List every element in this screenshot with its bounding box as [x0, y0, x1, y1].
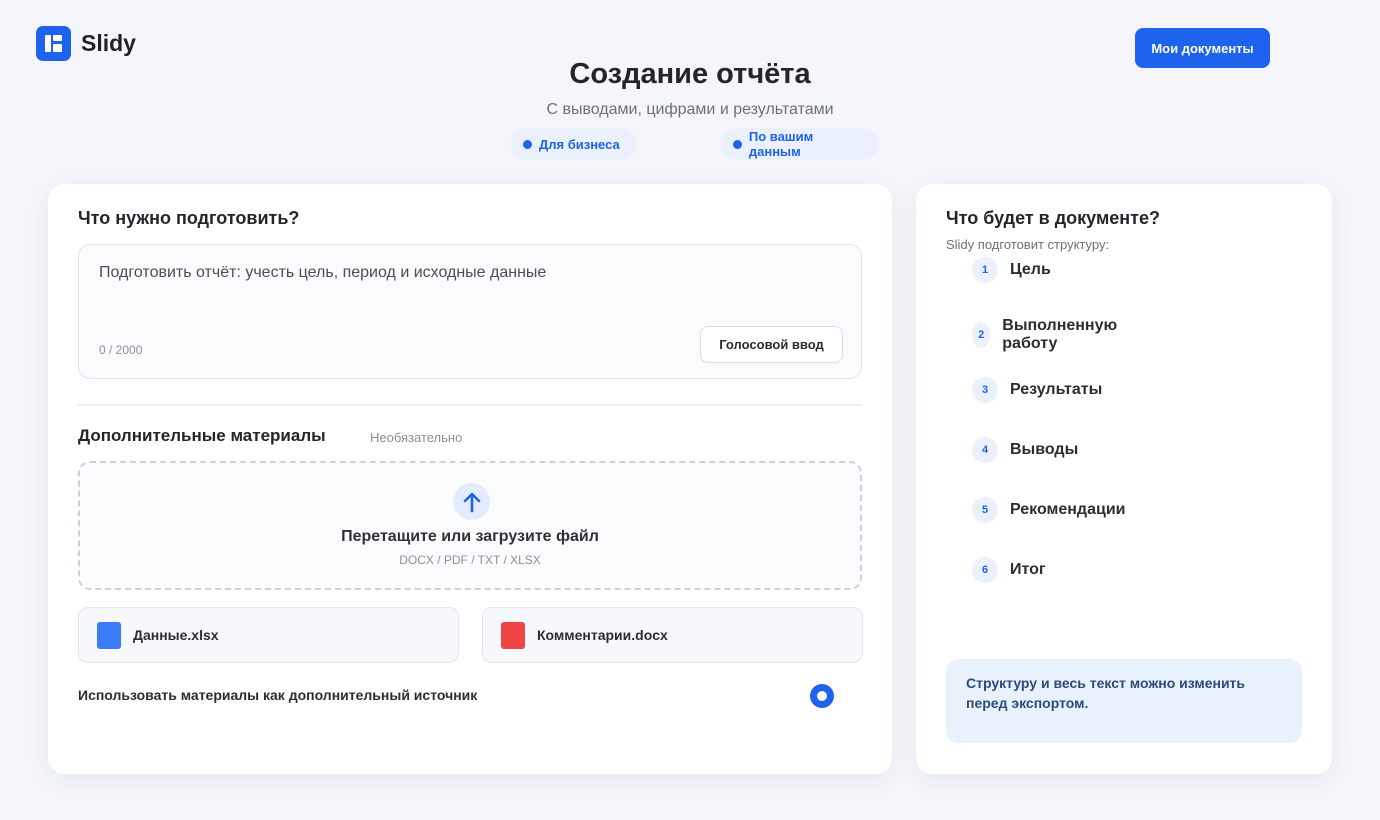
- brand-logo[interactable]: Slidy: [36, 26, 136, 61]
- use-materials-label: Использовать материалы как дополнительны…: [78, 687, 478, 703]
- step-label: Выводы: [1010, 441, 1079, 458]
- step-number: 1: [972, 257, 998, 283]
- page-subtitle: С выводами, цифрами и результатами: [546, 101, 834, 118]
- step-label: Выполненную работу: [1002, 317, 1118, 352]
- structure-step: 5 Рекомендации: [972, 497, 1126, 523]
- spreadsheet-file-icon: [97, 621, 121, 649]
- chip-label: Для бизнеса: [539, 136, 620, 152]
- materials-title: Дополнительные материалы: [78, 426, 326, 445]
- step-number: 5: [972, 497, 998, 523]
- prompt-title: Что нужно подготовить?: [78, 208, 300, 228]
- structure-subtitle: Slidy подготовит структуру:: [946, 237, 1110, 252]
- file-name: Данные.xlsx: [133, 627, 219, 643]
- step-number: 4: [972, 437, 998, 463]
- dot-icon: [523, 139, 532, 149]
- step-label: Результаты: [1010, 381, 1103, 398]
- request-card: Что нужно подготовить? Подготовить отчёт…: [48, 184, 892, 774]
- brand-name: Slidy: [81, 30, 136, 56]
- prompt-textarea[interactable]: Подготовить отчёт: учесть цель, период и…: [78, 244, 862, 379]
- prompt-text: Подготовить отчёт: учесть цель, период и…: [99, 264, 547, 281]
- edit-note: Структуру и весь текст можно изменить пе…: [946, 659, 1302, 743]
- step-label: Итог: [1010, 561, 1046, 578]
- step-number: 6: [972, 557, 998, 583]
- drop-title: Перетащите или загрузите файл: [341, 528, 599, 545]
- attached-file[interactable]: Комментарии.docx: [482, 607, 863, 663]
- attached-file[interactable]: Данные.xlsx: [78, 607, 459, 663]
- page-title: Создание отчёта: [569, 58, 811, 90]
- optional-label: Необязательно: [370, 430, 463, 445]
- voice-input-button[interactable]: Голосовой ввод: [700, 326, 843, 363]
- document-file-icon: [501, 621, 525, 649]
- char-counter: 0 / 2000: [99, 343, 143, 357]
- step-label: Рекомендации: [1010, 501, 1126, 518]
- structure-step: 3 Результаты: [972, 377, 1102, 403]
- divider: [78, 404, 862, 406]
- structure-title: Что будет в документе?: [946, 208, 1160, 228]
- step-number: 3: [972, 377, 998, 403]
- structure-step: 6 Итог: [972, 557, 1046, 583]
- file-dropzone[interactable]: Перетащите или загрузите файл DOCX / PDF…: [78, 461, 862, 590]
- structure-step: 4 Выводы: [972, 437, 1078, 463]
- step-label: Цель: [1010, 261, 1051, 278]
- structure-step: 1 Цель: [972, 257, 1051, 283]
- structure-card: Что будет в документе? Slidy подготовит …: [916, 184, 1332, 774]
- file-name: Комментарии.docx: [537, 627, 668, 643]
- step-number: 2: [972, 322, 991, 348]
- use-materials-radio[interactable]: [810, 684, 834, 708]
- slidy-logo-icon: [36, 26, 71, 61]
- structure-step: 2 Выполненную работу: [972, 317, 1125, 353]
- dot-icon: [733, 139, 742, 149]
- chip-business: Для бизнеса: [511, 128, 637, 160]
- drop-formats: DOCX / PDF / TXT / XLSX: [399, 553, 541, 567]
- chip-your-data: По вашим данным: [721, 128, 879, 160]
- chip-label: По вашим данным: [748, 129, 814, 159]
- upload-arrow-icon: [453, 483, 490, 520]
